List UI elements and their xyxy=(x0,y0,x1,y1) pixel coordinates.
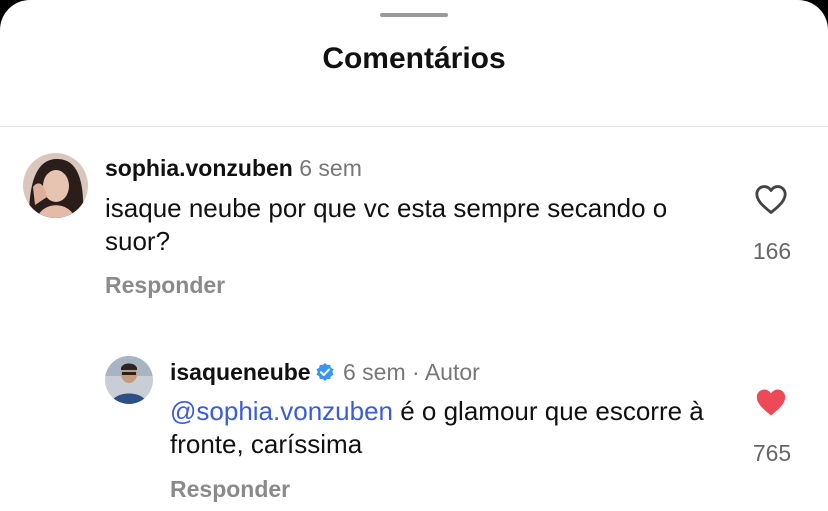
like-count: 166 xyxy=(752,238,792,264)
drag-handle[interactable] xyxy=(380,13,448,17)
heart-filled-icon[interactable] xyxy=(754,386,788,423)
like-count: 765 xyxy=(752,440,792,466)
timestamp: 6 sem xyxy=(299,155,362,181)
comment-text: isaque neube por que vc esta sempre seca… xyxy=(105,193,668,256)
username[interactable]: sophia.vonzuben xyxy=(105,155,293,181)
page-title: Comentários xyxy=(322,42,506,75)
avatar[interactable] xyxy=(105,356,153,404)
heart-icon[interactable] xyxy=(754,183,788,220)
mention-link[interactable]: @sophia.vonzuben xyxy=(170,396,393,426)
divider xyxy=(0,126,828,127)
comment-text: @sophia.vonzuben é o glamour que escorre… xyxy=(170,395,730,461)
comments-sheet: Comentários sophia.vonzuben 6 sem isaque… xyxy=(0,0,828,511)
separator: · xyxy=(412,359,420,385)
comment-meta: isaqueneube 6 sem · Autor xyxy=(170,359,480,388)
reply-button[interactable]: Responder xyxy=(105,272,225,299)
username[interactable]: isaqueneube xyxy=(170,359,311,385)
verified-badge-icon xyxy=(315,361,335,388)
comment-meta: sophia.vonzuben 6 sem xyxy=(105,155,362,182)
timestamp: 6 sem xyxy=(343,359,406,385)
avatar[interactable] xyxy=(23,153,88,218)
author-tag: Autor xyxy=(424,359,480,385)
reply-button[interactable]: Responder xyxy=(170,476,290,503)
